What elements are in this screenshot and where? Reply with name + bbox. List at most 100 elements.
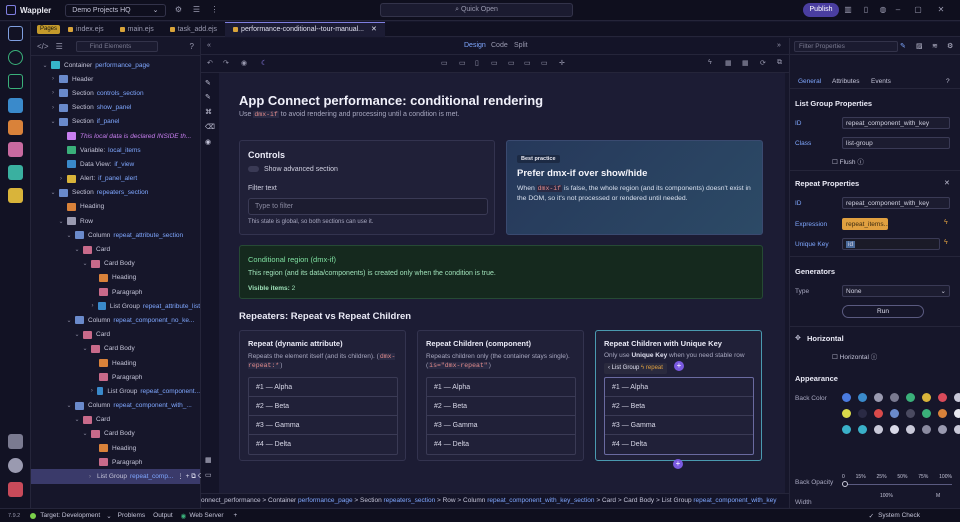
tree-node[interactable]: Paragraph xyxy=(31,285,200,299)
collapse-icon[interactable]: › xyxy=(49,105,57,111)
collapse-icon[interactable]: › xyxy=(49,76,57,82)
code-icon[interactable]: ▭ xyxy=(205,471,212,479)
color-swatch[interactable] xyxy=(954,393,960,402)
palette-icon[interactable]: ▨ xyxy=(916,42,923,50)
tree-node[interactable]: ⌄ Card xyxy=(31,413,200,427)
repeat-attribute-card[interactable]: Repeat (dynamic attribute) Repeats the e… xyxy=(239,330,406,461)
tree-node[interactable]: ⌄ Card Body xyxy=(31,427,200,441)
color-swatch[interactable] xyxy=(890,425,899,434)
menu-icon[interactable]: ☰ xyxy=(192,5,202,15)
run-button[interactable]: Run xyxy=(842,305,924,318)
redo-icon[interactable]: ↷ xyxy=(223,59,229,67)
problems-tab[interactable]: Problems xyxy=(118,512,145,519)
collapse-icon[interactable]: › xyxy=(89,303,96,309)
tree-node[interactable]: This local data is declared INSIDE th... xyxy=(31,129,200,143)
tree-node[interactable]: › Section show_panel xyxy=(31,101,200,115)
tab-code[interactable]: Code xyxy=(491,42,508,49)
expand-icon[interactable]: ⌄ xyxy=(41,62,49,69)
collapse-icon[interactable]: › xyxy=(49,90,57,96)
device-tablet-icon[interactable]: ▯ xyxy=(475,59,479,67)
expand-icon[interactable]: ⌄ xyxy=(73,416,81,423)
unique-key-input[interactable]: id xyxy=(842,238,940,250)
breadcrumb-link[interactable]: performance_page xyxy=(298,497,353,504)
database-icon[interactable] xyxy=(8,98,23,113)
collapse-icon[interactable]: › xyxy=(89,474,91,480)
bolt-icon[interactable]: ϟ xyxy=(944,239,948,246)
advanced-toggle[interactable]: Show advanced section xyxy=(248,166,338,173)
tab-index[interactable]: index.ejs xyxy=(60,22,112,37)
maximize-icon[interactable]: ▢ xyxy=(913,5,923,15)
color-swatch[interactable] xyxy=(842,409,851,418)
color-swatch[interactable] xyxy=(874,409,883,418)
assets-icon[interactable] xyxy=(8,142,23,157)
device-desktop-icon[interactable]: ▭ xyxy=(441,59,448,67)
color-swatch[interactable] xyxy=(890,409,899,418)
routing-icon[interactable] xyxy=(8,120,23,135)
tree-node[interactable]: ⌄ Column repeat_attribute_section xyxy=(31,228,200,242)
gear-icon[interactable]: ⚙ xyxy=(174,5,184,15)
color-swatch[interactable] xyxy=(938,425,947,434)
tree-node[interactable]: Paragraph xyxy=(31,455,200,469)
collapse-left-icon[interactable]: « xyxy=(207,42,211,49)
target-selector[interactable]: Target: Development xyxy=(40,512,100,519)
color-swatch[interactable] xyxy=(874,393,883,402)
tab-attributes[interactable]: Attributes xyxy=(832,78,859,85)
id-input[interactable]: repeat_component_with_key xyxy=(842,117,950,129)
breadcrumb-link[interactable]: repeat_component_with_key xyxy=(693,497,776,504)
settings-icon[interactable]: ⚙ xyxy=(947,42,953,50)
device-laptop-icon[interactable]: ▭ xyxy=(459,59,466,67)
bolt-icon[interactable]: ϟ xyxy=(708,59,712,66)
filter-input[interactable]: Type to filter xyxy=(248,198,488,215)
trash-icon[interactable]: ⌫ xyxy=(205,123,215,131)
color-swatch[interactable] xyxy=(842,425,851,434)
tree-node[interactable]: Data View: if_view xyxy=(31,157,200,171)
color-swatch[interactable] xyxy=(938,409,947,418)
book-icon[interactable]: ▯ xyxy=(861,5,871,15)
quick-open-button[interactable]: ⌕ Quick Open xyxy=(380,3,573,17)
layout-icon[interactable]: ▥ xyxy=(843,5,853,15)
color-swatch[interactable] xyxy=(938,393,947,402)
eye-icon[interactable]: ◉ xyxy=(205,138,211,146)
repeat-children-card[interactable]: Repeat Children (component) Repeats chil… xyxy=(417,330,584,461)
collapse-icon[interactable]: ☰ xyxy=(56,42,63,51)
pen-icon[interactable]: ✎ xyxy=(205,79,211,87)
color-swatch[interactable] xyxy=(874,425,883,434)
web-server-tab[interactable]: Web Server xyxy=(189,512,223,519)
add-before-icon[interactable]: + xyxy=(674,361,684,371)
tree-node[interactable]: ⌄ Row xyxy=(31,214,200,228)
tree-node[interactable]: ⌄ Card Body xyxy=(31,257,200,271)
expand-icon[interactable]: ⌄ xyxy=(73,331,81,338)
color-swatch[interactable] xyxy=(954,425,960,434)
opacity-slider[interactable] xyxy=(842,484,952,485)
horizontal-checkbox[interactable]: ☐ Horizontal ⓘ xyxy=(832,351,877,361)
extensions-icon[interactable] xyxy=(8,434,23,449)
move-icon[interactable]: ✥ xyxy=(795,334,801,342)
tree-node[interactable]: Variable: local_items xyxy=(31,143,200,157)
system-check-button[interactable]: System Check xyxy=(878,512,920,519)
tree-node[interactable]: ⌄ Column repeat_component_no_ke... xyxy=(31,313,200,327)
color-swatch[interactable] xyxy=(922,409,931,418)
edit-icon[interactable]: ✎ xyxy=(205,93,211,101)
more-icon[interactable]: ⋮ xyxy=(210,5,220,15)
edit-icon[interactable]: ✎ xyxy=(900,42,906,50)
expression-input[interactable]: repeat_items... xyxy=(842,218,889,230)
color-swatch[interactable] xyxy=(954,409,960,418)
close-tab-icon[interactable]: ✕ xyxy=(371,22,377,37)
repeat-children-key-list[interactable]: #1 — Alpha #2 — Beta #3 — Gamma #4 — Del… xyxy=(604,377,754,455)
grid2-icon[interactable]: ▦ xyxy=(742,59,749,67)
tab-task-add[interactable]: task_add.ejs xyxy=(162,22,225,37)
expand-icon[interactable]: ⌄ xyxy=(49,118,57,125)
tree-node[interactable]: Heading xyxy=(31,356,200,370)
expand-icon[interactable]: ⌄ xyxy=(81,260,89,267)
paint-icon[interactable]: ⌘ xyxy=(205,108,212,116)
tree-node[interactable]: ⌄ Column repeat_component_with_... xyxy=(31,399,200,413)
flush-checkbox[interactable]: ☐ Flush ⓘ xyxy=(832,156,864,166)
color-swatch[interactable] xyxy=(922,425,931,434)
color-swatch[interactable] xyxy=(858,425,867,434)
git-icon[interactable] xyxy=(8,50,23,65)
opacity-slider-handle[interactable] xyxy=(842,481,848,487)
find-elements-input[interactable]: Find Elements xyxy=(75,41,158,52)
tab-performance-conditional[interactable]: performance-conditional--tour-manual... ✕ xyxy=(225,21,385,37)
tree-node[interactable]: › Header xyxy=(31,72,200,86)
tab-main[interactable]: main.ejs xyxy=(112,22,162,37)
